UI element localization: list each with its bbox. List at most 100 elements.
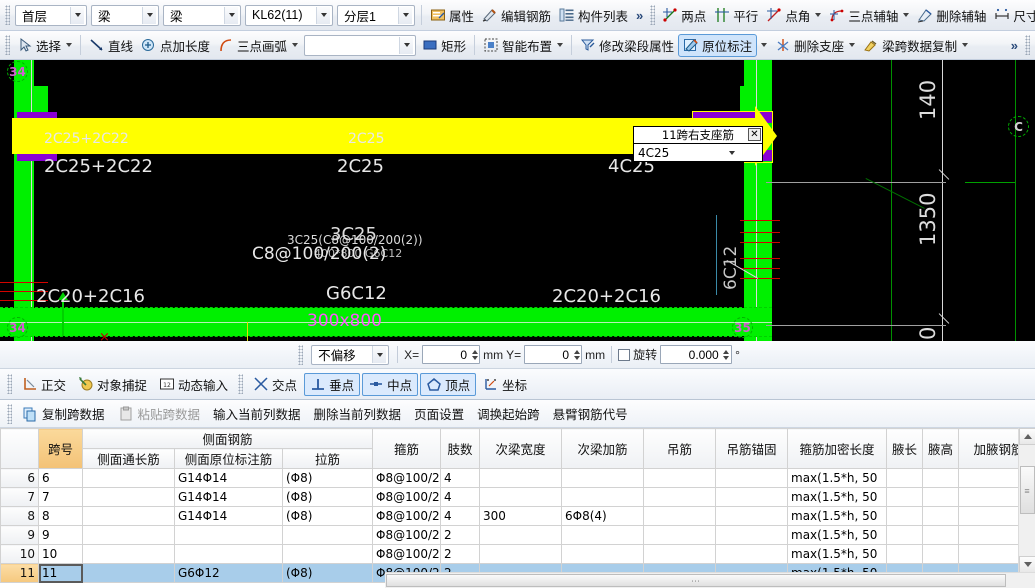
cell-span-no[interactable]: 9 [38, 525, 83, 545]
member-list-button[interactable]: 构件列表 [555, 4, 632, 27]
cell-haunch-len[interactable] [886, 487, 924, 507]
table-vertical-scrollbar[interactable]: ≡ [1018, 428, 1035, 573]
properties-button[interactable]: 属性 [426, 4, 478, 27]
cell-side-insitu[interactable] [174, 525, 283, 545]
row-number-cell[interactable]: 11 [0, 563, 39, 583]
cell-tie[interactable] [281, 525, 374, 545]
cell-sec-beam-width[interactable] [479, 544, 563, 564]
scroll-down-icon[interactable] [1019, 556, 1035, 573]
chevron-down-icon[interactable] [70, 6, 84, 24]
offset-y-input[interactable] [524, 345, 583, 364]
cell-stirrup-dense-len[interactable]: max(1.5*h, 50 [787, 487, 888, 507]
cell-span-no[interactable]: 8 [38, 506, 83, 526]
in-situ-annotation-caret-icon[interactable] [761, 43, 768, 47]
row-number-cell[interactable]: 6 [0, 468, 39, 488]
column-header-side-insitu[interactable]: 侧面原位标注筋 [174, 448, 283, 469]
popup-value-combo[interactable]: 4C25 [634, 143, 762, 161]
in-situ-annotation-button[interactable]: 原位标注 [678, 33, 758, 57]
draw-toolbar-overflow-button[interactable]: » [1007, 38, 1022, 53]
close-icon[interactable]: ✕ [748, 128, 761, 141]
cad-canvas[interactable]: × 2C25+2C22 2C25+2C22 2C25 2C25 4C25 3C2… [0, 60, 1035, 341]
column-header-hanger-anchor[interactable]: 吊筋锚固 [715, 428, 789, 469]
row-number-cell[interactable]: 9 [0, 525, 39, 545]
cell-stirrup[interactable]: Φ8@100/20 [372, 506, 442, 526]
column-header-tie[interactable]: 拉筋 [281, 448, 374, 469]
cell-hanger[interactable] [643, 506, 717, 526]
cell-side-insitu[interactable] [174, 544, 283, 564]
snap-perpendicular-button[interactable]: 垂点 [304, 372, 361, 396]
table-row[interactable]: 7 7 G14Φ14 (Φ8) Φ8@100/20 4 max(1.5*h, 50 [0, 487, 1035, 507]
toolbar-grip-2[interactable] [650, 5, 656, 25]
toolbar-overflow-button[interactable]: » [632, 8, 647, 23]
cell-hanger-anchor[interactable] [715, 487, 789, 507]
rotate-stepper[interactable] [722, 349, 731, 360]
cantilever-rebar-code-button[interactable]: 悬臂钢筋代号 [547, 403, 634, 425]
cell-tie[interactable] [281, 544, 374, 564]
rotate-input[interactable] [660, 345, 733, 364]
cell-sec-beam-rebar[interactable] [561, 544, 645, 564]
two-point-button[interactable]: 两点 [658, 4, 710, 27]
cell-stirrup[interactable]: Φ8@100/20 [372, 525, 442, 545]
cell-haunch-height[interactable] [922, 506, 960, 526]
cell-span-no[interactable]: 7 [38, 487, 83, 507]
toolbar-grip-4[interactable] [1025, 35, 1030, 55]
chevron-down-icon[interactable] [142, 6, 156, 24]
offset-mode-combo[interactable]: 不偏移 [311, 344, 390, 365]
input-current-column-data-button[interactable]: 输入当前列数据 [207, 403, 307, 425]
floor-selector[interactable]: 首层 [15, 4, 87, 26]
databar-grip[interactable] [7, 403, 12, 424]
column-header-stirrup-dense-len[interactable]: 箍筋加密长度 [787, 428, 888, 469]
snap-intersection-button[interactable]: 交点 [248, 373, 302, 396]
cell-side-through[interactable] [82, 563, 175, 583]
orthogonal-button[interactable]: 正交 [17, 373, 71, 396]
cell-haunch-height[interactable] [922, 544, 960, 564]
delete-aux-axis-button[interactable]: 删除辅轴 [913, 4, 990, 27]
column-header-sec-beam-rebar[interactable]: 次梁加筋 [561, 428, 645, 469]
edit-rebar-button[interactable]: 编辑钢筋 [478, 4, 555, 27]
row-number-cell[interactable]: 8 [0, 506, 39, 526]
row-number-cell[interactable]: 7 [0, 487, 39, 507]
cell-stirrup-dense-len[interactable]: max(1.5*h, 50 [787, 525, 888, 545]
chevron-down-icon[interactable] [962, 43, 969, 47]
cell-stirrup-dense-len[interactable]: max(1.5*h, 50 [787, 544, 888, 564]
rotate-field[interactable] [661, 346, 722, 363]
column-header-legs[interactable]: 肢数 [440, 428, 481, 469]
span-data-grid[interactable]: 跨号 侧面钢筋 箍筋 肢数 次梁宽度 次梁加筋 吊筋 吊筋锚固 箍筋加密长度 腋长 腋高 加腋钢筋 侧… [0, 428, 1035, 583]
cell-span-no[interactable]: 6 [38, 468, 83, 488]
column-header-haunch-height[interactable]: 腋高 [922, 428, 960, 469]
offset-x-stepper[interactable] [470, 349, 479, 360]
column-header-side-through[interactable]: 侧面通长筋 [82, 448, 175, 469]
cell-tie[interactable]: (Φ8) [281, 487, 374, 507]
object-snap-button[interactable]: 对象捕捉 [73, 373, 152, 396]
cell-sec-beam-width[interactable] [479, 468, 563, 488]
snap-coordinate-button[interactable]: 坐标 [478, 373, 532, 396]
table-row[interactable]: 9 9 Φ8@100/20 2 max(1.5*h, 50 [0, 525, 1035, 545]
dimension-button[interactable]: 尺寸标注 [990, 4, 1035, 27]
delete-current-column-data-button[interactable]: 删除当前列数据 [308, 403, 408, 425]
span-data-table[interactable]: 跨号 侧面钢筋 箍筋 肢数 次梁宽度 次梁加筋 吊筋 吊筋锚固 箍筋加密长度 腋长 腋高 加腋钢筋 侧… [0, 428, 1035, 588]
cell-haunch-len[interactable] [886, 506, 924, 526]
toolbar-grip-3[interactable] [5, 35, 10, 55]
cell-sec-beam-width[interactable] [479, 525, 563, 545]
cell-tie[interactable]: (Φ8) [281, 506, 374, 526]
chevron-down-icon[interactable] [66, 43, 73, 47]
cell-hanger-anchor[interactable] [715, 544, 789, 564]
point-add-length-button[interactable]: 点加长度 [137, 34, 214, 57]
layer-selector[interactable]: 分层1 [337, 4, 415, 26]
cell-side-through[interactable] [82, 544, 175, 564]
cell-sec-beam-width[interactable]: 300 [479, 506, 563, 526]
cell-side-insitu[interactable]: G14Φ14 [174, 468, 283, 488]
span-rebar-popup[interactable]: 11跨右支座筋 ✕ 4C25 [633, 126, 763, 162]
three-point-aux-axis-button[interactable]: 三点辅轴 [825, 4, 913, 27]
modify-beam-segment-button[interactable]: 修改梁段属性 [576, 34, 678, 57]
cell-stirrup-dense-len[interactable]: max(1.5*h, 50 [787, 506, 888, 526]
cell-haunch-len[interactable] [886, 468, 924, 488]
copy-span-data-button[interactable]: 复制跨数据 [16, 403, 111, 425]
snap-midpoint-button[interactable]: 中点 [362, 372, 419, 396]
cell-hanger-anchor[interactable] [715, 506, 789, 526]
row-number-cell[interactable]: 10 [0, 544, 39, 564]
cell-sec-beam-rebar[interactable] [561, 487, 645, 507]
cell-legs[interactable]: 2 [440, 544, 481, 564]
chevron-down-icon[interactable] [815, 13, 822, 17]
cell-side-insitu[interactable]: G14Φ14 [174, 506, 283, 526]
